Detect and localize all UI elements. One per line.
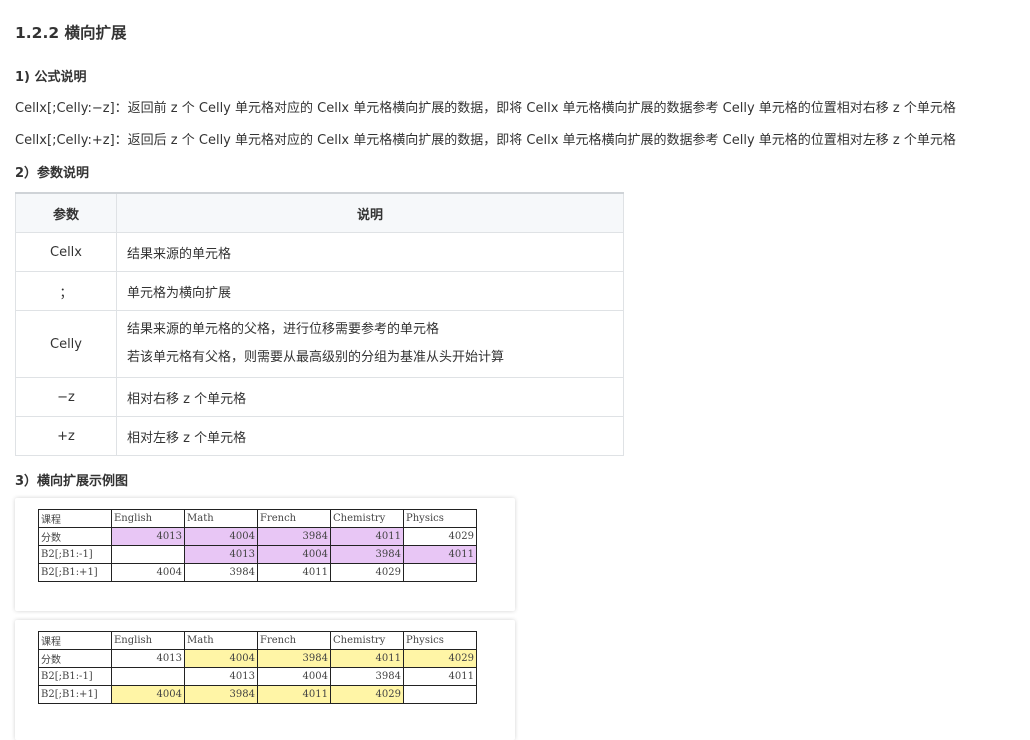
desc-line: 结果来源的单元格的父格，进行位移需要参考的单元格 bbox=[127, 322, 440, 337]
param-cell: Cellx bbox=[15, 232, 117, 272]
example-heading: 3）横向扩展示例图 bbox=[15, 474, 129, 489]
sheet-cell: B2[;B1:+1] bbox=[38, 685, 112, 704]
example-sheet-2: 课程 English Math French Chemistry Physics… bbox=[38, 631, 477, 704]
example-image-1: 课程 English Math French Chemistry Physics… bbox=[15, 498, 515, 611]
sheet-row: B2[;B1:-1] 4013 4004 3984 4011 bbox=[38, 667, 477, 686]
sheet-row: B2[;B1:-1] 4013 4004 3984 4011 bbox=[38, 545, 477, 564]
param-col-header: 参数 bbox=[15, 192, 117, 233]
sheet-cell: 4004 bbox=[257, 545, 331, 564]
param-cell: −z bbox=[15, 377, 117, 417]
example-sheet-1: 课程 English Math French Chemistry Physics… bbox=[38, 509, 477, 582]
desc-cell: 结果来源的单元格 bbox=[116, 232, 624, 272]
sheet-cell: 4004 bbox=[184, 649, 258, 668]
sheet-cell: Math bbox=[184, 509, 258, 528]
section-title: 1.2.2 横向扩展 bbox=[15, 24, 127, 42]
formula-line-2: Cellx[;Celly:+z]：返回后 z 个 Celly 单元格对应的 Ce… bbox=[15, 133, 956, 148]
sheet-row: 课程 English Math French Chemistry Physics bbox=[38, 509, 477, 528]
sheet-cell bbox=[403, 685, 477, 704]
param-cell: Celly bbox=[15, 310, 117, 378]
param-table: 参数 说明 Cellx 结果来源的单元格 ； 单元格为横向扩展 Celly 结果… bbox=[15, 192, 624, 456]
sheet-cell: 4004 bbox=[111, 563, 185, 582]
sheet-cell: Chemistry bbox=[330, 631, 404, 650]
sheet-cell bbox=[111, 667, 185, 686]
sheet-cell: 分数 bbox=[38, 649, 112, 668]
sheet-cell: B2[;B1:-1] bbox=[38, 545, 112, 564]
table-row: ； 单元格为横向扩展 bbox=[15, 271, 624, 311]
sheet-cell: B2[;B1:+1] bbox=[38, 563, 112, 582]
sheet-cell: 4029 bbox=[403, 527, 477, 546]
sheet-cell: 4011 bbox=[403, 545, 477, 564]
sheet-cell: 4011 bbox=[330, 527, 404, 546]
sheet-cell: 4011 bbox=[257, 685, 331, 704]
sheet-cell: 4011 bbox=[403, 667, 477, 686]
sheet-cell: 4004 bbox=[257, 667, 331, 686]
sheet-cell bbox=[111, 545, 185, 564]
sheet-cell: English bbox=[111, 509, 185, 528]
sheet-cell: Chemistry bbox=[330, 509, 404, 528]
sheet-row: 分数 4013 4004 3984 4011 4029 bbox=[38, 527, 477, 546]
table-row: Cellx 结果来源的单元格 bbox=[15, 232, 624, 272]
desc-line: 若该单元格有父格，则需要从最高级别的分组为基准从头开始计算 bbox=[127, 350, 505, 365]
sheet-cell: English bbox=[111, 631, 185, 650]
desc-col-header: 说明 bbox=[116, 192, 624, 233]
sheet-cell bbox=[403, 563, 477, 582]
sheet-cell: 4011 bbox=[330, 649, 404, 668]
sheet-cell: French bbox=[257, 631, 331, 650]
sheet-cell: 3984 bbox=[257, 649, 331, 668]
sheet-cell: 3984 bbox=[330, 667, 404, 686]
sheet-cell: 4029 bbox=[403, 649, 477, 668]
sheet-cell: 4029 bbox=[330, 685, 404, 704]
sheet-cell: Physics bbox=[403, 631, 477, 650]
table-row: +z 相对左移 z 个单元格 bbox=[15, 416, 624, 456]
table-row: −z 相对右移 z 个单元格 bbox=[15, 377, 624, 417]
sheet-cell: 3984 bbox=[184, 563, 258, 582]
sheet-cell: 4029 bbox=[330, 563, 404, 582]
example-image-2: 课程 English Math French Chemistry Physics… bbox=[15, 620, 515, 740]
desc-cell: 结果来源的单元格的父格，进行位移需要参考的单元格 若该单元格有父格，则需要从最高… bbox=[116, 310, 624, 378]
sheet-row: 分数 4013 4004 3984 4011 4029 bbox=[38, 649, 477, 668]
sheet-cell: 课程 bbox=[38, 631, 112, 650]
table-row: Celly 结果来源的单元格的父格，进行位移需要参考的单元格 若该单元格有父格，… bbox=[15, 310, 624, 378]
sheet-row: 课程 English Math French Chemistry Physics bbox=[38, 631, 477, 650]
param-cell: ； bbox=[15, 271, 117, 311]
sheet-cell: 3984 bbox=[184, 685, 258, 704]
sheet-cell: 4013 bbox=[184, 667, 258, 686]
sheet-cell: 4011 bbox=[257, 563, 331, 582]
desc-cell: 相对左移 z 个单元格 bbox=[116, 416, 624, 456]
sheet-cell: 3984 bbox=[257, 527, 331, 546]
param-heading: 2）参数说明 bbox=[15, 166, 90, 181]
desc-cell: 相对右移 z 个单元格 bbox=[116, 377, 624, 417]
sheet-cell: 4013 bbox=[111, 527, 185, 546]
sheet-cell: 课程 bbox=[38, 509, 112, 528]
formula-line-1: Cellx[;Celly:−z]：返回前 z 个 Celly 单元格对应的 Ce… bbox=[15, 101, 956, 116]
sheet-cell: 分数 bbox=[38, 527, 112, 546]
sheet-row: B2[;B1:+1] 4004 3984 4011 4029 bbox=[38, 685, 477, 704]
sheet-cell: 3984 bbox=[330, 545, 404, 564]
sheet-row: B2[;B1:+1] 4004 3984 4011 4029 bbox=[38, 563, 477, 582]
formula-heading: 1) 公式说明 bbox=[15, 70, 87, 85]
param-table-header: 参数 说明 bbox=[15, 192, 624, 233]
desc-cell: 单元格为横向扩展 bbox=[116, 271, 624, 311]
param-cell: +z bbox=[15, 416, 117, 456]
sheet-cell: 4004 bbox=[111, 685, 185, 704]
sheet-cell: Math bbox=[184, 631, 258, 650]
sheet-cell: 4013 bbox=[111, 649, 185, 668]
sheet-cell: French bbox=[257, 509, 331, 528]
sheet-cell: B2[;B1:-1] bbox=[38, 667, 112, 686]
sheet-cell: 4013 bbox=[184, 545, 258, 564]
sheet-cell: Physics bbox=[403, 509, 477, 528]
sheet-cell: 4004 bbox=[184, 527, 258, 546]
